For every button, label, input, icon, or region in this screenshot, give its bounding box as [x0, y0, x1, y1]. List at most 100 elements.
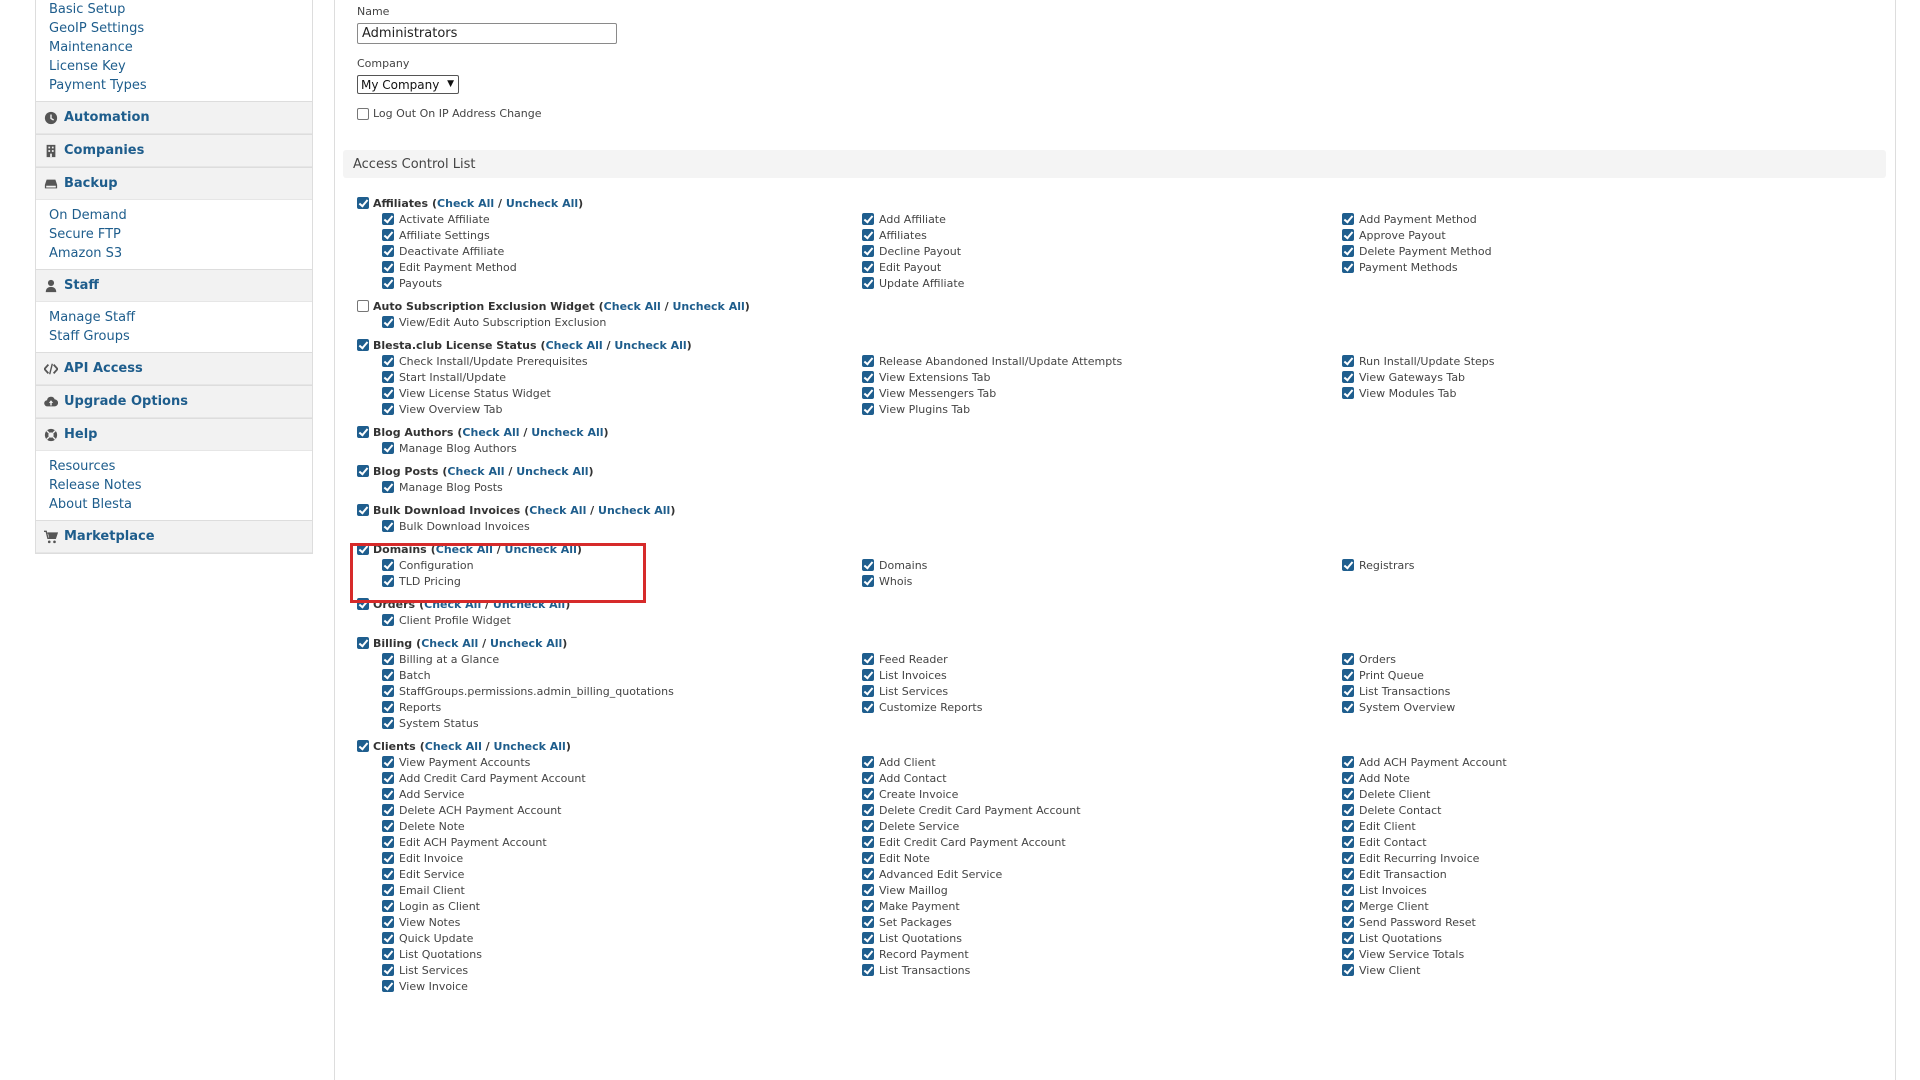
acl-permission-checkbox[interactable]	[1342, 804, 1354, 816]
acl-permission-checkbox[interactable]	[382, 614, 394, 626]
acl-permission-checkbox[interactable]	[862, 836, 874, 848]
acl-permission-checkbox[interactable]	[1342, 948, 1354, 960]
sidebar-link-basic-setup[interactable]: Basic Setup	[49, 0, 312, 19]
sidebar-section-marketplace[interactable]: Marketplace	[36, 520, 312, 553]
acl-permission-checkbox[interactable]	[862, 371, 874, 383]
acl-permission-checkbox[interactable]	[382, 980, 394, 992]
check-all-link[interactable]: Check All	[604, 300, 661, 313]
name-input[interactable]	[357, 23, 617, 44]
acl-group-checkbox[interactable]	[357, 465, 369, 477]
acl-permission-checkbox[interactable]	[382, 669, 394, 681]
acl-permission-checkbox[interactable]	[1342, 884, 1354, 896]
acl-permission-checkbox[interactable]	[1342, 836, 1354, 848]
acl-permission-checkbox[interactable]	[382, 653, 394, 665]
acl-permission-checkbox[interactable]	[382, 772, 394, 784]
acl-permission-checkbox[interactable]	[862, 213, 874, 225]
acl-permission-checkbox[interactable]	[382, 884, 394, 896]
acl-permission-checkbox[interactable]	[1342, 653, 1354, 665]
uncheck-all-link[interactable]: Uncheck All	[614, 339, 686, 352]
acl-permission-checkbox[interactable]	[1342, 229, 1354, 241]
acl-permission-checkbox[interactable]	[862, 261, 874, 273]
acl-permission-checkbox[interactable]	[382, 442, 394, 454]
acl-permission-checkbox[interactable]	[862, 916, 874, 928]
acl-permission-checkbox[interactable]	[382, 948, 394, 960]
logout-ip-change-checkbox[interactable]	[357, 107, 369, 120]
sidebar-link-about-blesta[interactable]: About Blesta	[49, 495, 312, 514]
acl-permission-checkbox[interactable]	[382, 261, 394, 273]
sidebar-link-release-notes[interactable]: Release Notes	[49, 476, 312, 495]
acl-permission-checkbox[interactable]	[382, 756, 394, 768]
acl-permission-checkbox[interactable]	[382, 245, 394, 257]
acl-permission-checkbox[interactable]	[382, 804, 394, 816]
uncheck-all-link[interactable]: Uncheck All	[531, 426, 603, 439]
sidebar-section-upgrade-options[interactable]: Upgrade Options	[36, 385, 312, 418]
acl-permission-checkbox[interactable]	[382, 277, 394, 289]
sidebar-link-secure-ftp[interactable]: Secure FTP	[49, 225, 312, 244]
acl-permission-checkbox[interactable]	[862, 884, 874, 896]
acl-permission-checkbox[interactable]	[382, 932, 394, 944]
acl-permission-checkbox[interactable]	[862, 701, 874, 713]
check-all-link[interactable]: Check All	[424, 598, 481, 611]
acl-permission-checkbox[interactable]	[382, 916, 394, 928]
acl-permission-checkbox[interactable]	[382, 852, 394, 864]
acl-permission-checkbox[interactable]	[382, 387, 394, 399]
check-all-link[interactable]: Check All	[437, 197, 494, 210]
acl-permission-checkbox[interactable]	[382, 355, 394, 367]
acl-permission-checkbox[interactable]	[1342, 701, 1354, 713]
acl-group-checkbox[interactable]	[357, 543, 369, 555]
acl-group-checkbox[interactable]	[357, 598, 369, 610]
uncheck-all-link[interactable]: Uncheck All	[598, 504, 670, 517]
acl-permission-checkbox[interactable]	[382, 717, 394, 729]
sidebar-link-maintenance[interactable]: Maintenance	[49, 38, 312, 57]
uncheck-all-link[interactable]: Uncheck All	[494, 740, 566, 753]
acl-permission-checkbox[interactable]	[862, 964, 874, 976]
acl-group-checkbox[interactable]	[357, 426, 369, 438]
acl-permission-checkbox[interactable]	[862, 575, 874, 587]
sidebar-section-staff[interactable]: Staff	[36, 269, 312, 302]
acl-permission-checkbox[interactable]	[1342, 559, 1354, 571]
sidebar-link-resources[interactable]: Resources	[49, 457, 312, 476]
acl-permission-checkbox[interactable]	[862, 387, 874, 399]
sidebar-section-backup[interactable]: Backup	[36, 167, 312, 200]
acl-permission-checkbox[interactable]	[382, 316, 394, 328]
acl-permission-checkbox[interactable]	[862, 355, 874, 367]
acl-permission-checkbox[interactable]	[862, 772, 874, 784]
acl-permission-checkbox[interactable]	[862, 685, 874, 697]
acl-permission-checkbox[interactable]	[1342, 245, 1354, 257]
acl-permission-checkbox[interactable]	[382, 559, 394, 571]
acl-permission-checkbox[interactable]	[382, 836, 394, 848]
acl-permission-checkbox[interactable]	[1342, 355, 1354, 367]
acl-permission-checkbox[interactable]	[1342, 685, 1354, 697]
acl-permission-checkbox[interactable]	[862, 804, 874, 816]
sidebar-link-geoip-settings[interactable]: GeoIP Settings	[49, 19, 312, 38]
acl-permission-checkbox[interactable]	[1342, 387, 1354, 399]
acl-group-checkbox[interactable]	[357, 300, 369, 312]
acl-permission-checkbox[interactable]	[1342, 669, 1354, 681]
acl-group-checkbox[interactable]	[357, 740, 369, 752]
sidebar-link-on-demand[interactable]: On Demand	[49, 206, 312, 225]
acl-permission-checkbox[interactable]	[862, 245, 874, 257]
acl-permission-checkbox[interactable]	[1342, 852, 1354, 864]
acl-permission-checkbox[interactable]	[1342, 788, 1354, 800]
acl-group-checkbox[interactable]	[357, 504, 369, 516]
acl-permission-checkbox[interactable]	[862, 756, 874, 768]
check-all-link[interactable]: Check All	[546, 339, 603, 352]
acl-permission-checkbox[interactable]	[1342, 916, 1354, 928]
acl-permission-checkbox[interactable]	[1342, 756, 1354, 768]
uncheck-all-link[interactable]: Uncheck All	[505, 543, 577, 556]
acl-permission-checkbox[interactable]	[382, 685, 394, 697]
uncheck-all-link[interactable]: Uncheck All	[493, 598, 565, 611]
acl-permission-checkbox[interactable]	[1342, 932, 1354, 944]
acl-permission-checkbox[interactable]	[862, 403, 874, 415]
acl-permission-checkbox[interactable]	[1342, 772, 1354, 784]
sidebar-link-manage-staff[interactable]: Manage Staff	[49, 308, 312, 327]
acl-permission-checkbox[interactable]	[1342, 213, 1354, 225]
check-all-link[interactable]: Check All	[436, 543, 493, 556]
sidebar-link-amazon-s3[interactable]: Amazon S3	[49, 244, 312, 263]
acl-permission-checkbox[interactable]	[382, 481, 394, 493]
acl-permission-checkbox[interactable]	[862, 277, 874, 289]
sidebar-section-api-access[interactable]: API Access	[36, 352, 312, 385]
acl-permission-checkbox[interactable]	[382, 701, 394, 713]
check-all-link[interactable]: Check All	[529, 504, 586, 517]
acl-permission-checkbox[interactable]	[862, 669, 874, 681]
